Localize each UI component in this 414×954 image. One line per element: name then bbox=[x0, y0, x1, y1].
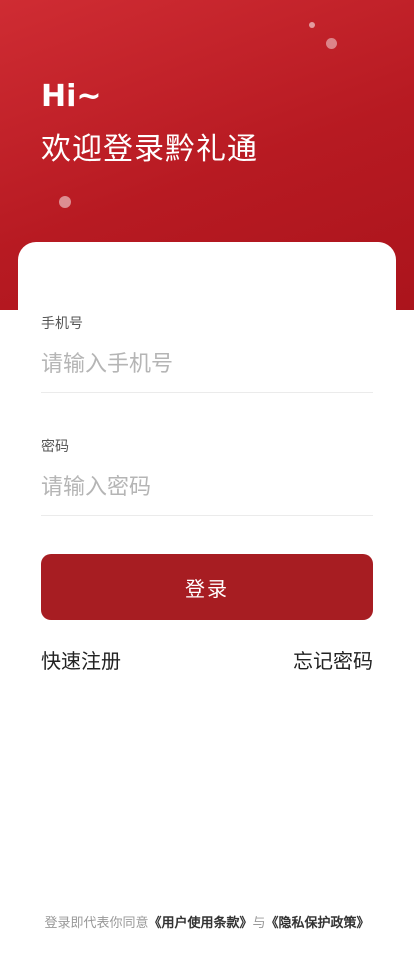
login-button[interactable]: 登录 bbox=[41, 554, 373, 620]
terms-link[interactable]: 《用户使用条款》 bbox=[148, 916, 252, 931]
privacy-link[interactable]: 《隐私保护政策》 bbox=[266, 916, 370, 931]
forgot-password-link[interactable]: 忘记密码 bbox=[293, 645, 373, 674]
password-underline bbox=[41, 515, 373, 516]
decorative-dot bbox=[326, 38, 337, 49]
register-link[interactable]: 快速注册 bbox=[41, 645, 121, 674]
welcome-title: 欢迎登录黔礼通 bbox=[41, 132, 258, 167]
password-label: 密码 bbox=[41, 439, 69, 455]
agreement-connector: 与 bbox=[252, 916, 266, 931]
greeting-text: Hi~ bbox=[41, 79, 102, 114]
decorative-dot bbox=[59, 196, 71, 208]
phone-input[interactable] bbox=[41, 344, 373, 384]
agreement-text: 登录即代表你同意《用户使用条款》与《隐私保护政策》 bbox=[0, 912, 414, 931]
phone-label: 手机号 bbox=[41, 316, 83, 332]
agreement-prefix: 登录即代表你同意 bbox=[44, 916, 149, 931]
password-input[interactable] bbox=[41, 467, 373, 507]
decorative-dot bbox=[309, 22, 315, 28]
phone-underline bbox=[41, 392, 373, 393]
